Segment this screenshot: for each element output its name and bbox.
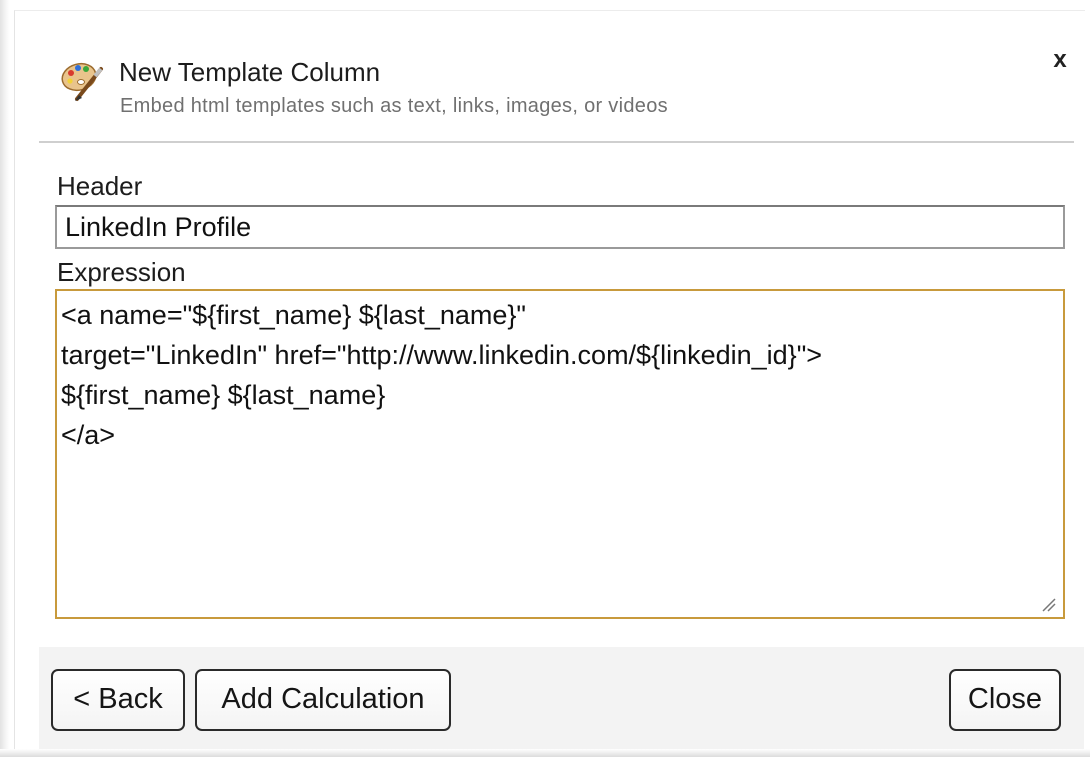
close-icon[interactable]: x — [1047, 47, 1073, 73]
resize-grip-icon[interactable] — [1039, 595, 1057, 613]
back-button[interactable]: < Back — [51, 669, 185, 731]
dialog-footer: < Back Add Calculation Close — [39, 647, 1084, 749]
dialog-subtitle: Embed html templates such as text, links… — [120, 95, 668, 117]
header-divider — [39, 141, 1074, 143]
add-calculation-button[interactable]: Add Calculation — [195, 669, 451, 731]
expression-label: Expression — [57, 257, 186, 287]
header-label: Header — [57, 171, 143, 201]
shadow-edge-bottom — [0, 749, 1090, 757]
header-input[interactable] — [55, 205, 1065, 249]
screenshot-stage: New Template Column Embed html templates… — [0, 0, 1090, 757]
palette-brush-icon — [59, 55, 107, 103]
close-button[interactable]: Close — [949, 669, 1061, 731]
new-template-column-dialog: New Template Column Embed html templates… — [14, 10, 1085, 749]
expression-textarea[interactable]: <a name="${first_name} ${last_name}" tar… — [55, 289, 1065, 619]
dialog-title: New Template Column — [119, 57, 381, 87]
shadow-edge-left — [0, 0, 10, 757]
